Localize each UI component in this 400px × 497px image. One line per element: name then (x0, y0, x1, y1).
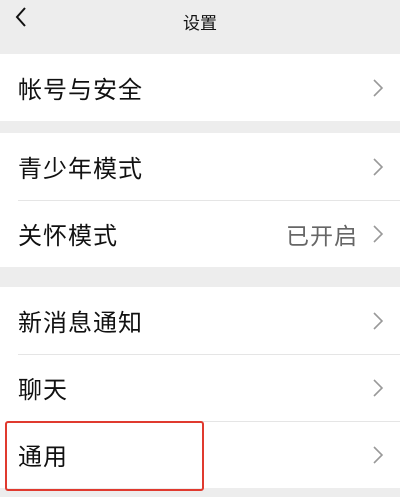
settings-item-label: 青少年模式 (18, 155, 143, 183)
settings-item-label: 新消息通知 (18, 309, 143, 337)
settings-section-modes: 青少年模式 关怀模式 已开启 (0, 133, 400, 267)
settings-section-general: 新消息通知 聊天 通用 (0, 287, 400, 488)
chevron-right-icon (373, 224, 384, 243)
settings-item-care-mode[interactable]: 关怀模式 已开启 (0, 200, 400, 267)
page-title: 设置 (183, 14, 217, 34)
settings-item-general[interactable]: 通用 (0, 421, 400, 488)
settings-item-label: 通用 (18, 443, 68, 471)
settings-item-notifications[interactable]: 新消息通知 (0, 287, 400, 354)
chevron-right-icon (373, 311, 384, 330)
settings-item-teen-mode[interactable]: 青少年模式 (0, 133, 400, 200)
chevron-right-icon (373, 78, 384, 97)
chevron-right-icon (373, 445, 384, 464)
chevron-right-icon (373, 378, 384, 397)
chevron-right-icon (373, 157, 384, 176)
navigation-bar: 设置 (0, 0, 400, 44)
settings-item-label: 聊天 (18, 376, 68, 404)
settings-item-account-security[interactable]: 帐号与安全 (0, 54, 400, 121)
settings-item-label: 帐号与安全 (18, 76, 143, 104)
settings-item-label: 关怀模式 (18, 222, 118, 250)
settings-screen: 设置 帐号与安全 青少年模式 关怀模式 已开启 新消息通知 聊天 通用 (0, 0, 400, 497)
settings-item-chat[interactable]: 聊天 (0, 354, 400, 421)
settings-section-account: 帐号与安全 (0, 54, 400, 121)
settings-item-value: 已开启 (286, 223, 358, 250)
